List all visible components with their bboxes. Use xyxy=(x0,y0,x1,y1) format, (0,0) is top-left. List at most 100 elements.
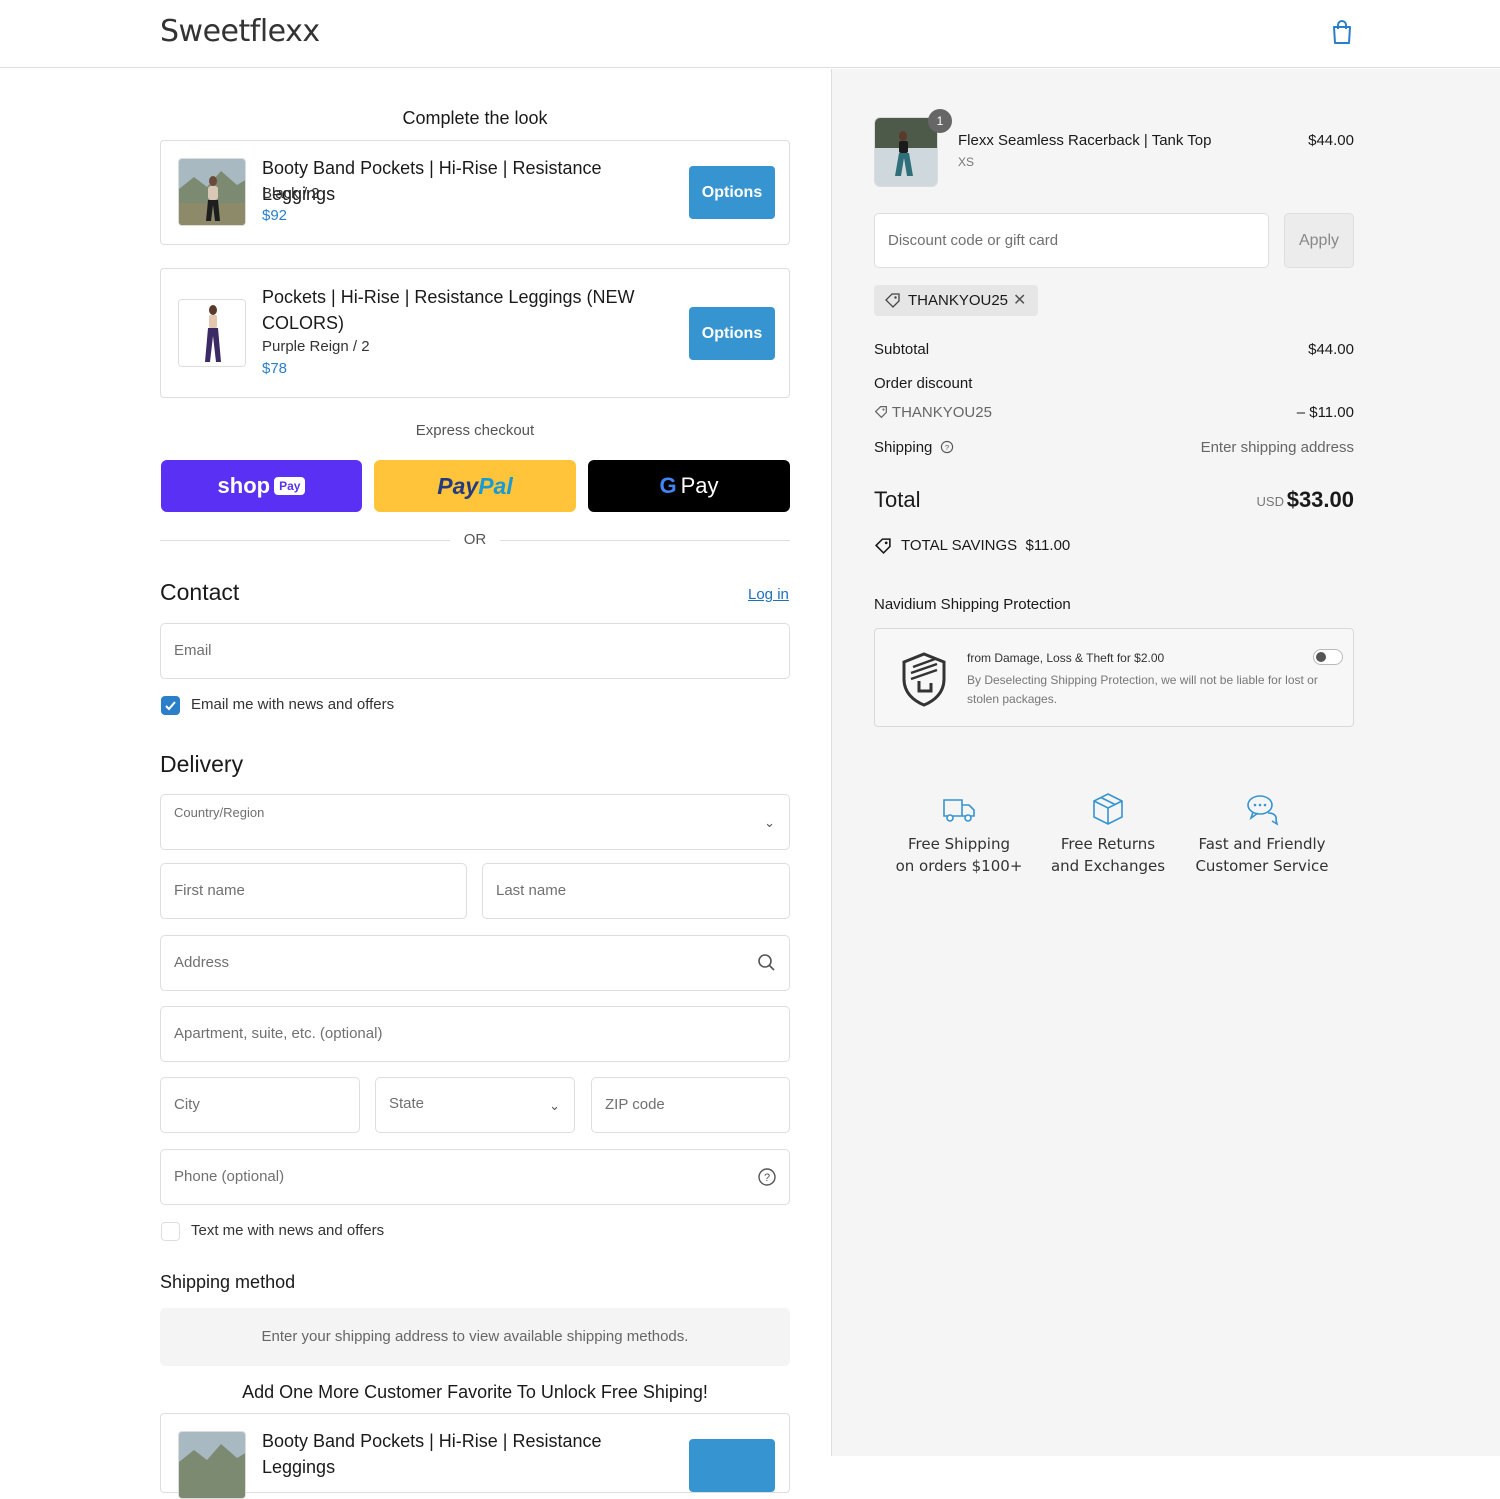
perk-line-1: Fast and Friendly xyxy=(1198,835,1326,853)
product-photo xyxy=(179,159,245,225)
svg-text:?: ? xyxy=(944,443,948,452)
shipping-method-message: Enter your shipping address to view avai… xyxy=(160,1308,790,1366)
product-thumbnail xyxy=(178,299,246,367)
search-icon[interactable] xyxy=(757,953,777,973)
options-button[interactable] xyxy=(689,1439,775,1492)
city-placeholder: City xyxy=(174,1096,200,1113)
summary-product-price: $44.00 xyxy=(1308,132,1354,149)
email-news-label: Email me with news and offers xyxy=(191,696,395,713)
options-button[interactable]: Options xyxy=(689,166,775,219)
summary-product-variant: XS xyxy=(958,155,975,169)
perk-line-1: Free Returns xyxy=(1060,835,1156,853)
login-link[interactable]: Log in xyxy=(748,586,789,603)
protection-toggle[interactable] xyxy=(1313,649,1343,665)
truck-icon xyxy=(943,799,975,822)
zip-field[interactable]: ZIP code xyxy=(591,1077,790,1133)
zip-placeholder: ZIP code xyxy=(605,1096,665,1113)
email-placeholder: Email xyxy=(174,642,212,659)
currency-code: USD xyxy=(1256,494,1284,509)
discount-line: THANKYOU25 xyxy=(874,404,992,421)
discount-placeholder: Discount code or gift card xyxy=(888,232,1059,249)
remove-discount-icon[interactable]: ✕ xyxy=(1013,290,1026,310)
email-news-checkbox[interactable] xyxy=(161,696,180,715)
upsell-product-name: Booty Band Pockets | Hi-Rise | Resistanc… xyxy=(262,1431,602,1477)
help-circle-icon[interactable]: ? xyxy=(757,1167,777,1187)
order-summary: 1 Flexx Seamless Racerback | Tank Top XS… xyxy=(831,69,1500,1456)
shipping-value: Enter shipping address xyxy=(1200,439,1354,456)
contact-heading: Contact xyxy=(160,579,240,605)
country-select[interactable]: Country/Region ⌄ xyxy=(160,794,790,850)
shipping-label: Shipping xyxy=(874,439,933,456)
applied-discount-code: THANKYOU25 xyxy=(908,292,1009,309)
subtotal-label: Subtotal xyxy=(874,341,930,358)
address-placeholder: Address xyxy=(174,954,230,971)
subtotal-value: $44.00 xyxy=(1308,341,1354,358)
divider-line xyxy=(160,540,450,541)
state-select[interactable]: State ⌄ xyxy=(375,1077,575,1133)
quantity-badge: 1 xyxy=(928,109,952,133)
savings-value: $11.00 xyxy=(1025,537,1071,554)
text-news-checkbox[interactable] xyxy=(161,1222,180,1241)
shop-pay-button[interactable]: shop Pay xyxy=(161,460,362,512)
apartment-placeholder: Apartment, suite, etc. (optional) xyxy=(174,1025,383,1042)
delivery-heading: Delivery xyxy=(160,751,244,777)
first-name-placeholder: First name xyxy=(174,882,245,899)
paypal-button[interactable]: Pay Pal xyxy=(374,460,576,512)
savings-text: TOTAL SAVINGS $11.00 xyxy=(901,537,1070,554)
email-field[interactable]: Email xyxy=(160,623,790,679)
google-pay-button[interactable]: G Pay xyxy=(588,460,790,512)
chevron-down-icon: ⌄ xyxy=(549,1098,560,1113)
upsell-product-name: Pockets | Hi-Rise | Resistance Leggings … xyxy=(262,287,635,333)
apply-discount-button[interactable]: Apply xyxy=(1284,213,1354,268)
phone-placeholder: Phone (optional) xyxy=(174,1168,285,1185)
checkmark-icon xyxy=(165,701,176,711)
apartment-field[interactable]: Apartment, suite, etc. (optional) xyxy=(160,1006,790,1062)
upsell-product-price: $78 xyxy=(262,360,288,377)
upsell-product-variant: Black / 2 xyxy=(262,185,320,202)
shield-icon xyxy=(902,652,946,707)
chat-bubbles-icon xyxy=(1247,795,1279,826)
address-field[interactable]: Address xyxy=(160,935,790,991)
perk-free-shipping: Free Shipping on orders $100+ xyxy=(874,791,1044,877)
perk-line-2: and Exchanges xyxy=(1050,857,1166,875)
order-discount-label: Order discount xyxy=(874,375,973,392)
first-name-field[interactable]: First name xyxy=(160,863,467,919)
toggle-knob xyxy=(1316,652,1326,662)
discount-value: – $11.00 xyxy=(1296,404,1354,421)
country-label: Country/Region xyxy=(174,805,265,820)
perk-free-returns: Free Returns and Exchanges xyxy=(1023,791,1193,877)
upsell-item: Booty Band Pockets | Hi-Rise | Resistanc… xyxy=(160,1413,790,1499)
protection-line-1: from Damage, Loss & Theft for $2.00 xyxy=(967,651,1165,665)
last-name-field[interactable]: Last name xyxy=(482,863,790,919)
options-button[interactable]: Options xyxy=(689,307,775,360)
upsell-product-variant: Purple Reign / 2 xyxy=(262,338,370,355)
product-thumbnail xyxy=(874,117,938,187)
upsell-item: Booty Band Pockets | Hi-Rise | Resistanc… xyxy=(160,140,790,245)
help-circle-icon[interactable]: ? xyxy=(940,440,954,454)
upsell-item: Pockets | Hi-Rise | Resistance Leggings … xyxy=(160,268,790,398)
chevron-down-icon: ⌄ xyxy=(764,815,775,830)
store-logo[interactable]: Sweetflexx xyxy=(160,14,320,49)
protection-title: Navidium Shipping Protection xyxy=(874,596,1071,613)
last-name-placeholder: Last name xyxy=(496,882,567,899)
phone-field[interactable]: Phone (optional) ? xyxy=(160,1149,790,1205)
applied-discount-chip: THANKYOU25 ✕ xyxy=(874,285,1038,316)
paypal-wordmark-b: Pal xyxy=(478,472,513,499)
free-shipping-upsell-title: Add One More Customer Favorite To Unlock… xyxy=(242,1382,708,1402)
tag-icon xyxy=(885,293,900,308)
box-icon xyxy=(1093,793,1123,825)
product-photo xyxy=(179,300,245,366)
divider-line xyxy=(500,540,790,541)
text-news-label: Text me with news and offers xyxy=(191,1222,385,1239)
complete-look-title: Complete the look xyxy=(402,108,548,128)
total-label: Total xyxy=(874,487,921,512)
shopping-bag-icon[interactable] xyxy=(1330,19,1354,45)
shop-pay-badge: Pay xyxy=(274,477,306,495)
perk-customer-service: Fast and Friendly Customer Service xyxy=(1177,791,1347,877)
protection-line-2: By Deselecting Shipping Protection, we w… xyxy=(967,673,1318,706)
product-thumbnail xyxy=(178,1431,246,1499)
product-photo xyxy=(179,1432,245,1498)
discount-code-input[interactable]: Discount code or gift card xyxy=(874,213,1269,268)
city-field[interactable]: City xyxy=(160,1077,360,1133)
savings-label: TOTAL SAVINGS xyxy=(901,537,1018,554)
